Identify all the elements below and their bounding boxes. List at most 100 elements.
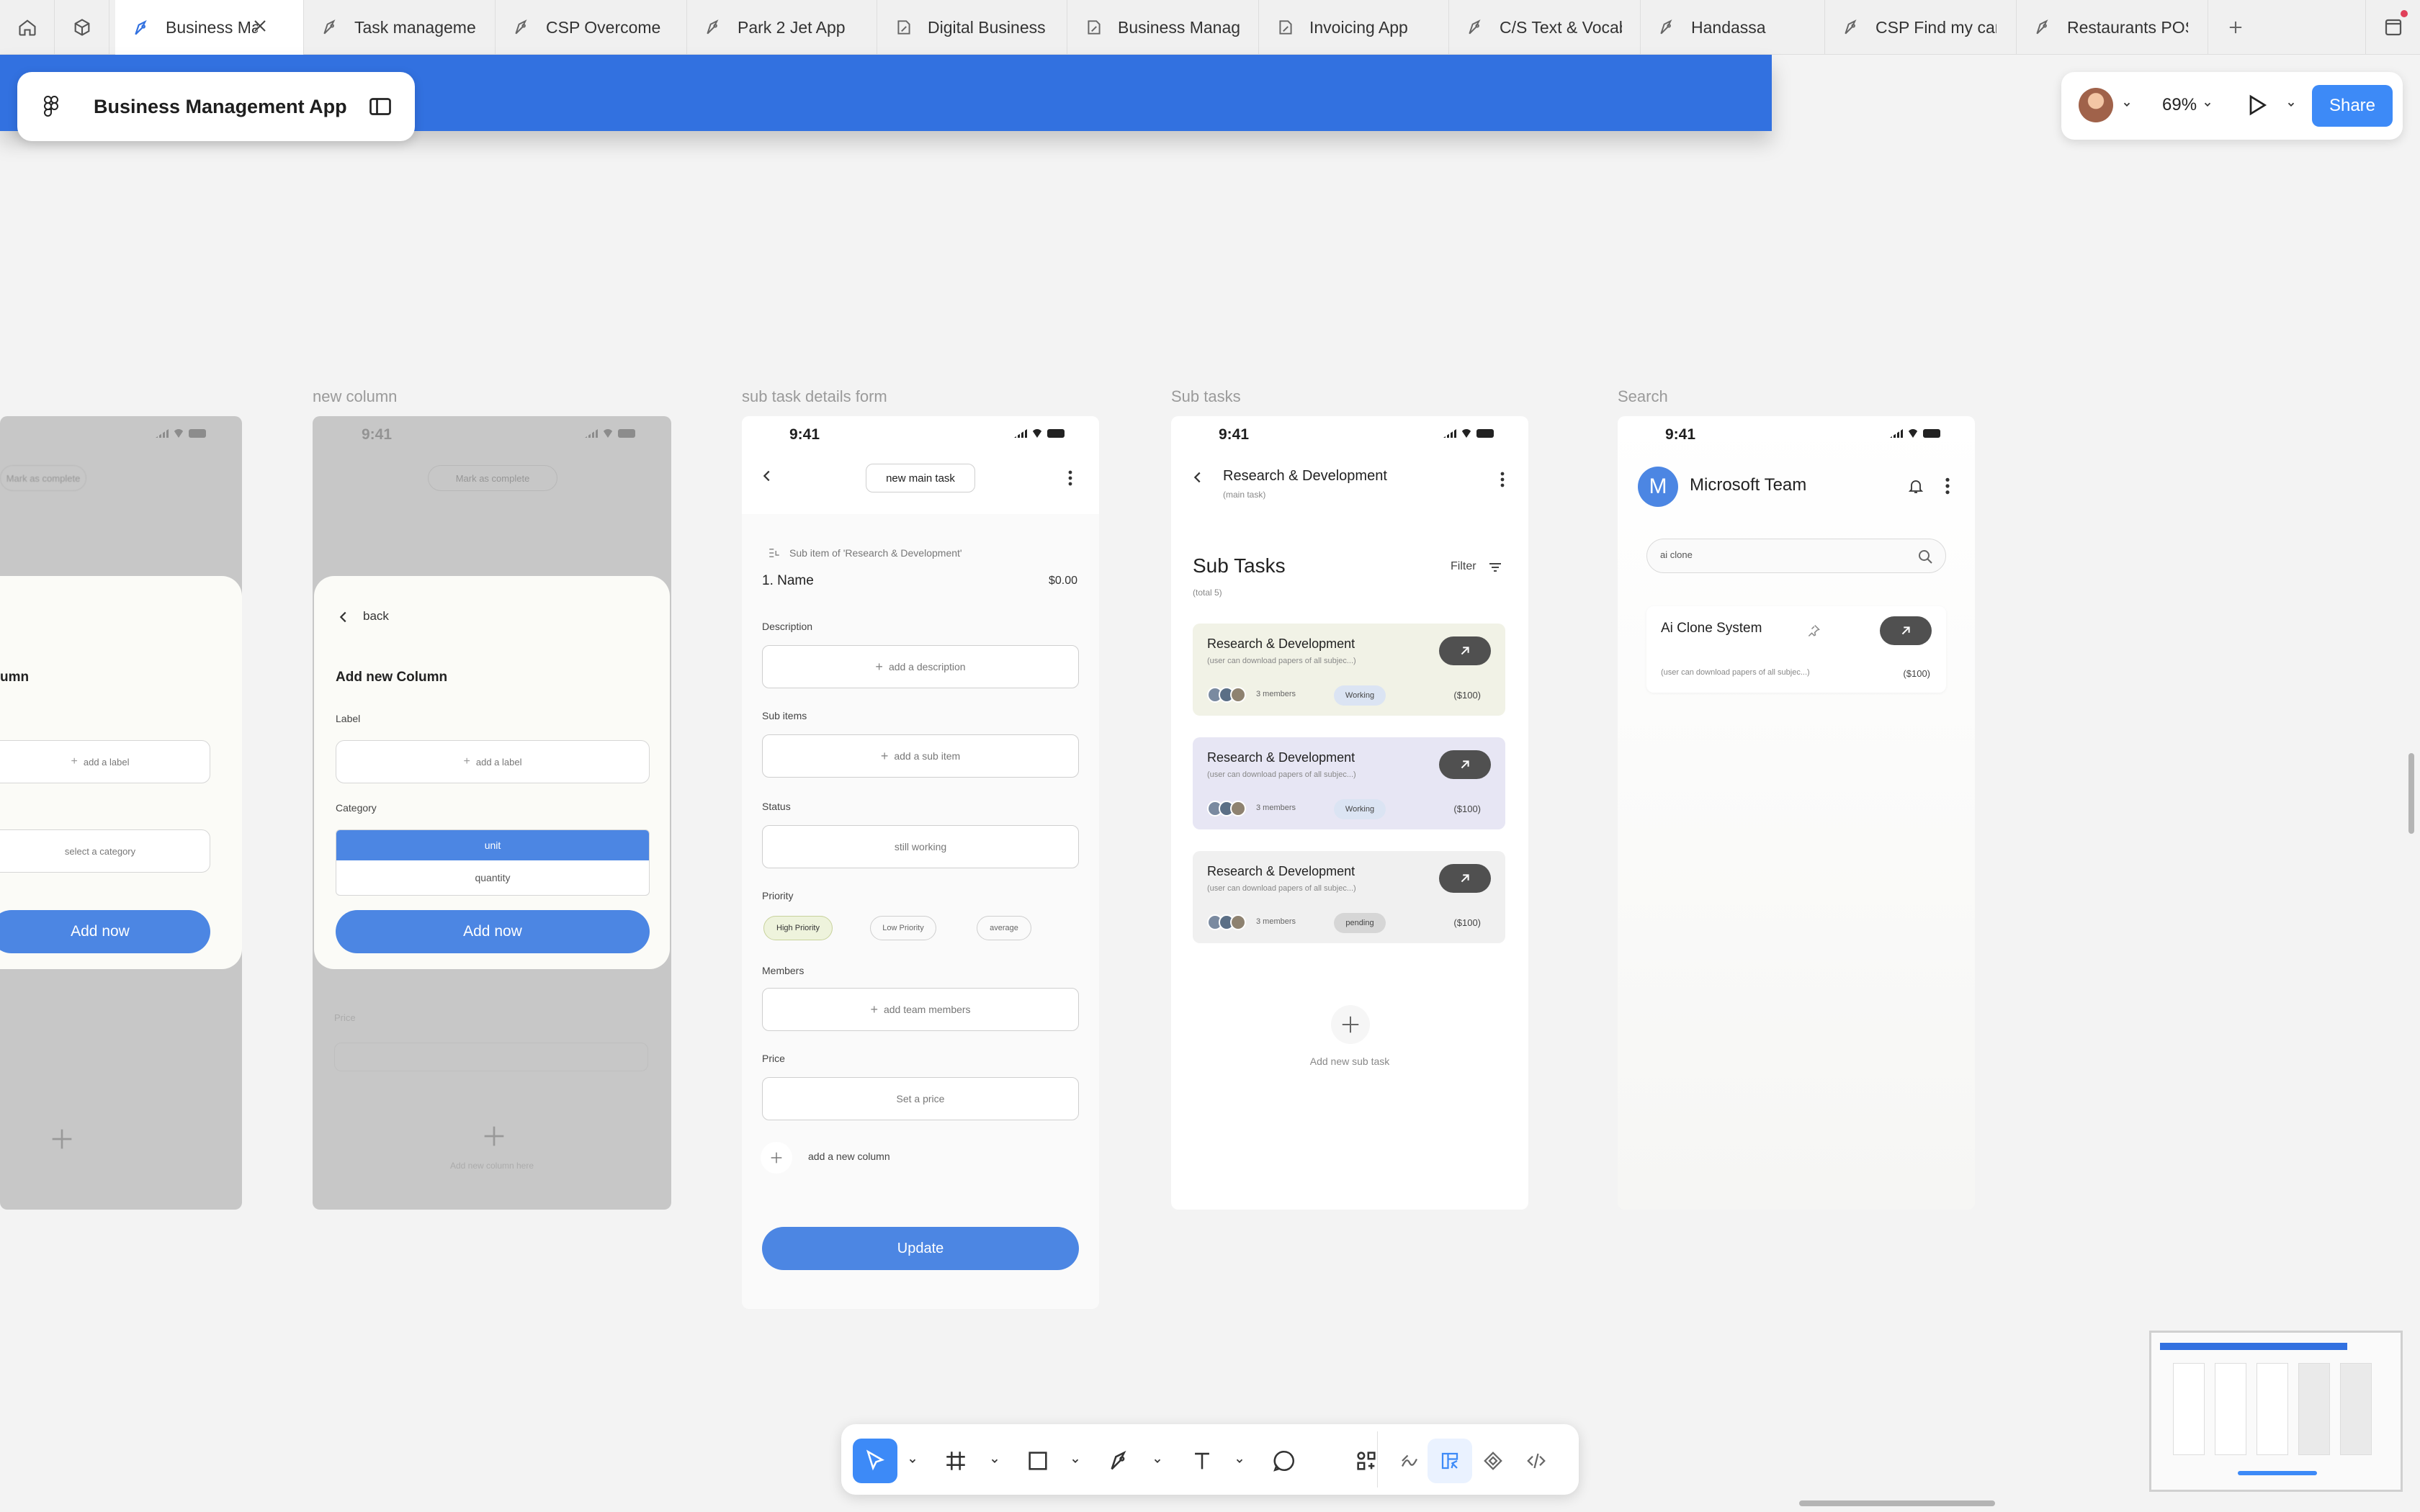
draw-mode-icon[interactable] [1387, 1439, 1432, 1483]
chevron-down-icon[interactable] [908, 1456, 918, 1470]
tab-digital-business[interactable]: Digital Business [877, 0, 1067, 55]
tab-task-management[interactable]: Task management [304, 0, 496, 55]
horizontal-scrollbar[interactable] [1799, 1500, 1995, 1506]
search-icon[interactable] [1917, 548, 1934, 569]
bg-price-label: Price [334, 1012, 356, 1023]
component-icon[interactable] [1471, 1439, 1515, 1483]
task-name[interactable]: 1. Name [762, 573, 814, 589]
tab-restaurants-pos[interactable]: Restaurants POS [2017, 0, 2208, 55]
home-icon[interactable] [0, 0, 55, 55]
tab-business-management[interactable]: Business Management [1067, 0, 1259, 55]
add-now-button[interactable]: Add now [336, 910, 650, 953]
sidebar-toggle-icon[interactable] [367, 94, 393, 123]
chevron-down-icon[interactable] [2122, 99, 2132, 113]
present-chevron-icon[interactable] [2286, 99, 2296, 113]
add-label-field[interactable]: + add a label [0, 740, 210, 783]
tab-cs-text-vocab[interactable]: C/S Text & Vocab [1449, 0, 1641, 55]
subtask-card[interactable]: Research & Development (user can downloa… [1193, 851, 1505, 943]
frame-search[interactable]: 9:41 M Microsoft Team ai clone Ai Clone … [1618, 416, 1975, 1210]
plus-icon: + [870, 1002, 878, 1017]
more-vertical-icon[interactable] [1500, 471, 1505, 492]
vertical-scrollbar[interactable] [2408, 753, 2414, 834]
frame-subtask-form[interactable]: 9:41 new main task Sub item of 'Research… [742, 416, 1099, 1309]
update-button[interactable]: Update [762, 1227, 1079, 1270]
open-arrow-icon[interactable] [1439, 636, 1491, 665]
minimap[interactable] [2149, 1331, 2403, 1492]
filter-icon[interactable] [1488, 562, 1502, 577]
frame-sub-tasks[interactable]: 9:41 Research & Development (main task) … [1171, 416, 1528, 1210]
pen-tool-icon[interactable] [1098, 1439, 1142, 1483]
search-input[interactable]: ai clone [1646, 539, 1946, 573]
figma-logo-icon[interactable] [40, 95, 62, 122]
chevron-down-icon[interactable] [1070, 1456, 1080, 1470]
zoom-level[interactable]: 69% [2162, 95, 2197, 115]
team-avatar[interactable]: M [1638, 467, 1678, 507]
move-tool-icon[interactable] [853, 1439, 897, 1483]
community-icon[interactable] [55, 0, 109, 55]
file-name[interactable]: Business Management App [94, 96, 347, 118]
rectangle-tool-icon[interactable] [1016, 1439, 1060, 1483]
field-placeholder: add a description [888, 661, 966, 672]
open-arrow-icon[interactable] [1439, 750, 1491, 779]
frame-tool-icon[interactable] [933, 1439, 978, 1483]
sub-item-field[interactable]: + add a sub item [762, 734, 1079, 778]
dev-mode-icon[interactable] [1514, 1439, 1559, 1483]
tab-park-2-jet-app[interactable]: Park 2 Jet App [687, 0, 877, 55]
subtask-card[interactable]: Research & Development (user can downloa… [1193, 624, 1505, 716]
pin-icon[interactable] [1806, 624, 1821, 642]
tab-handassa[interactable]: Handassa [1641, 0, 1825, 55]
close-icon[interactable] [250, 16, 284, 40]
tab-business-management-app[interactable]: Business Management App [115, 0, 304, 55]
chevron-down-icon[interactable] [990, 1456, 1000, 1470]
bell-icon[interactable] [1907, 477, 1924, 499]
comment-tool-icon[interactable] [1262, 1439, 1307, 1483]
file-menu[interactable]: Business Management App [17, 72, 415, 141]
add-now-button[interactable]: Add now [0, 910, 210, 953]
add-sub-task-label[interactable]: Add new sub task [1171, 1056, 1528, 1067]
description-field[interactable]: + add a description [762, 645, 1079, 688]
frame-new-column[interactable]: 9:41 Mark as complete back Add new Colum… [313, 416, 671, 1210]
chevron-left-icon[interactable] [336, 609, 351, 629]
open-arrow-icon[interactable] [1439, 864, 1491, 893]
priority-low[interactable]: Low Priority [870, 916, 936, 940]
dropdown-option-unit[interactable]: unit [336, 830, 649, 860]
tab-csp-find-my-car[interactable]: CSP Find my car [1825, 0, 2017, 55]
price-field[interactable]: Set a price [762, 1077, 1079, 1120]
add-sub-task-plus-icon[interactable] [1331, 1005, 1370, 1044]
category-dropdown[interactable]: unit quantity [336, 829, 650, 896]
add-label-field[interactable]: + add a label [336, 740, 650, 783]
chevron-left-icon[interactable] [759, 468, 775, 487]
chevron-left-icon[interactable] [1190, 469, 1206, 489]
present-play-icon[interactable] [2244, 92, 2270, 122]
text-tool-icon[interactable] [1180, 1439, 1224, 1483]
avatar[interactable] [2079, 88, 2113, 122]
open-arrow-icon[interactable] [1880, 616, 1932, 645]
back-link[interactable]: back [363, 609, 389, 624]
dropdown-option-quantity[interactable]: quantity [336, 860, 649, 895]
search-result-card[interactable]: Ai Clone System (user can download paper… [1646, 606, 1946, 693]
design-mode-icon[interactable] [1428, 1439, 1472, 1483]
tab-invoicing-app[interactable]: Invoicing App [1259, 0, 1449, 55]
priority-high[interactable]: High Priority [763, 916, 833, 940]
more-vertical-icon[interactable] [1067, 469, 1073, 490]
frame-partial[interactable]: Mark as complete umn + add a label selec… [0, 416, 242, 1210]
status-field[interactable]: still working [762, 825, 1079, 868]
share-button[interactable]: Share [2312, 85, 2393, 127]
chevron-down-icon[interactable] [1234, 1456, 1245, 1470]
team-name[interactable]: Microsoft Team [1690, 475, 1806, 495]
plus-icon[interactable] [2208, 0, 2263, 55]
add-new-column-link[interactable]: add a new column [808, 1151, 890, 1162]
subtask-card[interactable]: Research & Development (user can downloa… [1193, 737, 1505, 829]
select-category-field[interactable]: select a category [0, 829, 210, 873]
filter-button[interactable]: Filter [1451, 560, 1476, 573]
zoom-chevron-icon[interactable] [2202, 99, 2213, 113]
tab-csp-overcome[interactable]: CSP Overcome [496, 0, 687, 55]
members-field[interactable]: + add team members [762, 988, 1079, 1031]
add-column-plus-icon[interactable] [761, 1142, 792, 1174]
main-task-chip[interactable]: new main task [866, 464, 975, 492]
inbox-icon[interactable] [2365, 0, 2420, 55]
more-vertical-icon[interactable] [1945, 477, 1950, 499]
priority-average[interactable]: average [977, 916, 1031, 940]
chevron-down-icon[interactable] [1152, 1456, 1162, 1470]
actions-icon[interactable] [1344, 1439, 1389, 1483]
